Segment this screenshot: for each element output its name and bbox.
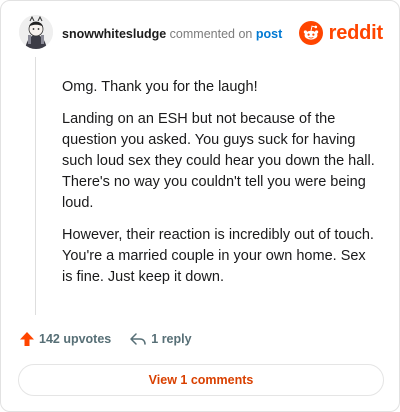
thread-line[interactable]: [35, 57, 36, 315]
upvote-arrow-icon: [20, 332, 34, 346]
username-link[interactable]: snowwhitesludge: [62, 27, 166, 41]
comment-paragraph: Omg. Thank you for the laugh!: [62, 79, 258, 95]
reply-button[interactable]: 1 reply: [129, 331, 192, 347]
comment-actions: 142 upvotes 1 reply: [19, 331, 192, 347]
comment-card: snowwhitesludge commented on post reddit…: [0, 0, 400, 412]
comment-body: Omg. Thank you for the laugh! Landing on…: [62, 77, 380, 299]
reddit-logo[interactable]: reddit: [298, 21, 384, 45]
upvote-button[interactable]: 142 upvotes: [19, 331, 111, 347]
reddit-snoo-icon: [298, 21, 323, 45]
view-comments-label: View 1 comments: [148, 373, 254, 387]
upvote-count: 142 upvotes: [39, 332, 112, 346]
avatar[interactable]: [19, 15, 53, 49]
reply-arrow-icon: [130, 333, 147, 345]
comment-header: snowwhitesludge commented on post: [62, 26, 282, 42]
view-comments-button[interactable]: View 1 comments: [18, 364, 384, 396]
comment-paragraph: However, their reaction is incredibly ou…: [62, 227, 374, 285]
reply-count: 1 reply: [151, 332, 192, 346]
reddit-wordmark: reddit: [328, 22, 384, 44]
post-link[interactable]: post: [256, 27, 282, 41]
commented-on-text: commented on: [169, 27, 253, 41]
comment-paragraph: Landing on an ESH but not because of the…: [62, 111, 375, 211]
avatar-illustration: [19, 15, 53, 49]
